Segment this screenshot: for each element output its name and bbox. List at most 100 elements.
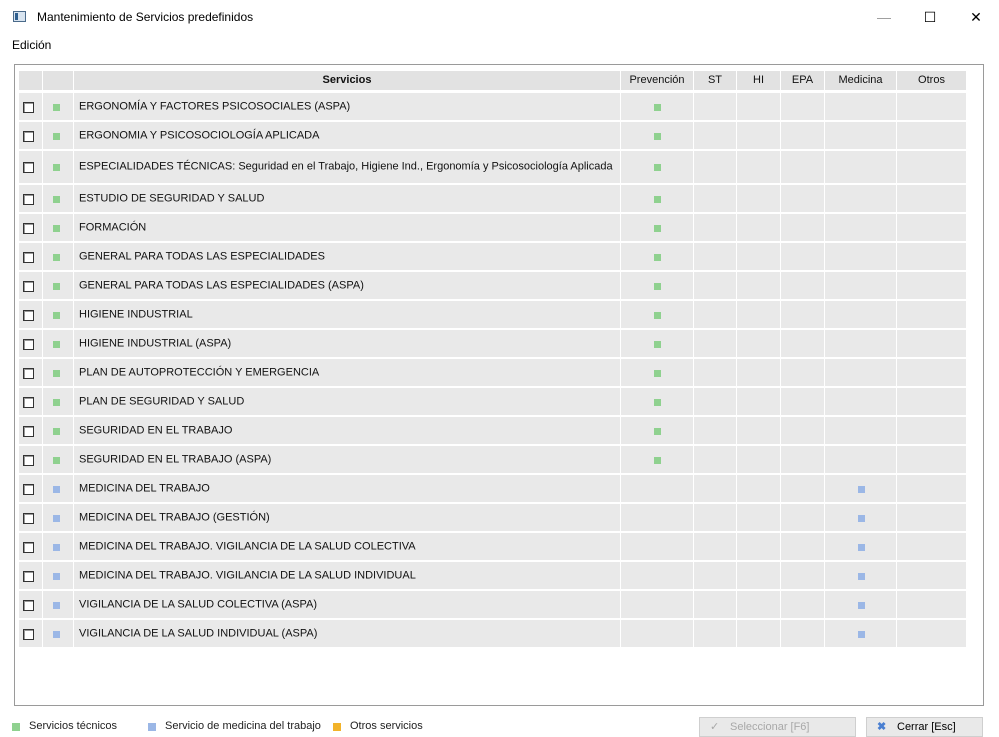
prevencion-col-cell xyxy=(621,359,694,387)
prevencion-col-cell xyxy=(621,330,694,358)
st-col-cell xyxy=(694,620,737,648)
service-name-cell: VIGILANCIA DE LA SALUD INDIVIDUAL (ASPA) xyxy=(74,620,621,648)
service-name-cell: MEDICINA DEL TRABAJO. VIGILANCIA DE LA S… xyxy=(74,562,621,590)
select-col-header[interactable] xyxy=(19,71,43,91)
otros-col-cell xyxy=(897,359,967,387)
title-bar: Mantenimiento de Servicios predefinidos … xyxy=(0,0,999,36)
epa-col-cell xyxy=(781,151,825,184)
medicina-col-cell xyxy=(825,504,897,532)
otros-col-cell xyxy=(897,272,967,300)
assigned-square-icon xyxy=(654,104,661,111)
select-cell xyxy=(19,359,43,387)
prevencion-col-cell xyxy=(621,446,694,474)
select-cell xyxy=(19,446,43,474)
st-col-header[interactable]: ST xyxy=(694,71,737,91)
close-x-icon: ✖ xyxy=(877,721,887,733)
service-type-square-icon xyxy=(53,254,60,261)
row-checkbox[interactable] xyxy=(23,339,34,350)
medicina-col-header[interactable]: Medicina xyxy=(825,71,897,91)
minimize-button[interactable]: — xyxy=(861,0,907,34)
type-cell xyxy=(43,446,74,474)
assigned-square-icon xyxy=(858,486,865,493)
prevencion-col-cell xyxy=(621,562,694,590)
service-type-square-icon xyxy=(53,312,60,319)
service-name: MEDICINA DEL TRABAJO. VIGILANCIA DE LA S… xyxy=(79,569,416,581)
servicios-col-header[interactable]: Servicios xyxy=(74,71,621,91)
service-name: ERGONOMIA Y PSICOSOCIOLOGÍA APLICADA xyxy=(79,129,320,141)
type-cell xyxy=(43,301,74,329)
prevencion-col-cell xyxy=(621,591,694,619)
close-button[interactable]: ✖ Cerrar [Esc] xyxy=(866,717,983,737)
row-checkbox[interactable] xyxy=(23,131,34,142)
epa-col-cell xyxy=(781,359,825,387)
row-checkbox[interactable] xyxy=(23,368,34,379)
legend-label: Servicios técnicos xyxy=(29,720,118,732)
epa-col-cell xyxy=(781,214,825,242)
assigned-square-icon xyxy=(654,370,661,377)
service-type-square-icon xyxy=(53,283,60,290)
epa-col-cell xyxy=(781,533,825,561)
service-name: SEGURIDAD EN EL TRABAJO xyxy=(79,424,233,436)
service-type-square-icon xyxy=(53,225,60,232)
row-checkbox[interactable] xyxy=(23,455,34,466)
select-cell xyxy=(19,591,43,619)
row-checkbox[interactable] xyxy=(23,397,34,408)
type-col-header[interactable] xyxy=(43,71,74,91)
type-cell xyxy=(43,504,74,532)
assigned-square-icon xyxy=(654,341,661,348)
otros-col-header[interactable]: Otros xyxy=(897,71,967,91)
service-type-square-icon xyxy=(53,164,60,171)
row-checkbox[interactable] xyxy=(23,310,34,321)
row-checkbox[interactable] xyxy=(23,542,34,553)
medicina-col-cell xyxy=(825,185,897,213)
service-type-square-icon xyxy=(53,104,60,111)
row-checkbox[interactable] xyxy=(23,281,34,292)
row-checkbox[interactable] xyxy=(23,102,34,113)
select-button[interactable]: ✓ Seleccionar [F6] xyxy=(699,717,856,737)
medicina-col-cell xyxy=(825,446,897,474)
otros-col-cell xyxy=(897,185,967,213)
row-checkbox[interactable] xyxy=(23,223,34,234)
row-checkbox[interactable] xyxy=(23,513,34,524)
epa-col-cell xyxy=(781,446,825,474)
epa-col-cell xyxy=(781,243,825,271)
row-checkbox[interactable] xyxy=(23,426,34,437)
otros-col-cell xyxy=(897,562,967,590)
maximize-button[interactable]: ☐ xyxy=(907,0,953,34)
type-cell xyxy=(43,243,74,271)
select-cell xyxy=(19,417,43,445)
service-name: MEDICINA DEL TRABAJO (GESTIÓN) xyxy=(79,511,270,523)
hi-col-cell xyxy=(737,93,781,121)
type-cell xyxy=(43,475,74,503)
row-checkbox[interactable] xyxy=(23,194,34,205)
row-checkbox[interactable] xyxy=(23,162,34,173)
hi-col-cell xyxy=(737,185,781,213)
row-checkbox[interactable] xyxy=(23,629,34,640)
otros-col-cell xyxy=(897,330,967,358)
st-col-cell xyxy=(694,330,737,358)
medicina-col-cell xyxy=(825,562,897,590)
prevencion-col-header[interactable]: Prevención xyxy=(621,71,694,91)
hi-col-cell xyxy=(737,417,781,445)
row-checkbox[interactable] xyxy=(23,484,34,495)
row-checkbox[interactable] xyxy=(23,252,34,263)
assigned-square-icon xyxy=(858,573,865,580)
type-cell xyxy=(43,93,74,121)
close-window-button[interactable]: ✕ xyxy=(953,0,999,34)
menu-edicion[interactable]: Edición xyxy=(12,38,51,52)
row-checkbox[interactable] xyxy=(23,600,34,611)
service-name-cell: HIGIENE INDUSTRIAL (ASPA) xyxy=(74,330,621,358)
prevencion-col-cell xyxy=(621,272,694,300)
hi-col-cell xyxy=(737,122,781,150)
row-checkbox[interactable] xyxy=(23,571,34,582)
service-name: MEDICINA DEL TRABAJO. VIGILANCIA DE LA S… xyxy=(79,540,416,552)
epa-col-header[interactable]: EPA xyxy=(781,71,825,91)
service-type-square-icon xyxy=(53,399,60,406)
hi-col-cell xyxy=(737,620,781,648)
prevencion-col-cell xyxy=(621,185,694,213)
service-type-square-icon xyxy=(53,457,60,464)
service-name: HIGIENE INDUSTRIAL (ASPA) xyxy=(79,337,232,349)
hi-col-header[interactable]: HI xyxy=(737,71,781,91)
epa-col-cell xyxy=(781,562,825,590)
medicina-col-cell xyxy=(825,620,897,648)
